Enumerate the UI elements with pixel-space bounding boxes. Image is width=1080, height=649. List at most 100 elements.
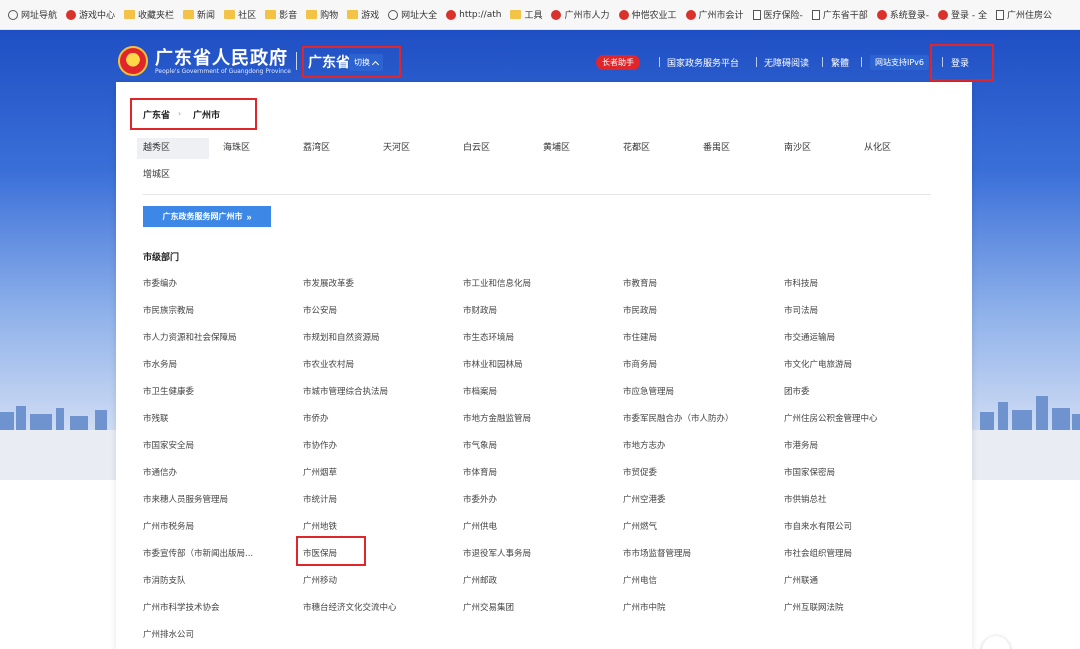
bookmark-item[interactable]: http://ath bbox=[446, 9, 501, 20]
department-link[interactable]: 广州市科学技术协会 bbox=[143, 601, 220, 613]
bookmark-item[interactable]: 系统登录- bbox=[876, 8, 929, 21]
district-item[interactable]: 越秀区 bbox=[137, 138, 209, 159]
department-link[interactable]: 市供销总社 bbox=[784, 493, 827, 505]
department-link[interactable]: 市科技局 bbox=[784, 277, 818, 289]
department-link[interactable]: 广州联通 bbox=[784, 574, 818, 586]
breadcrumb-province[interactable]: 广东省 bbox=[143, 108, 170, 121]
bookmark-item[interactable]: 社区 bbox=[224, 8, 256, 21]
department-link[interactable]: 团市委 bbox=[784, 385, 810, 397]
district-item[interactable]: 花都区 bbox=[623, 138, 650, 159]
department-link[interactable]: 市城市管理综合执法局 bbox=[303, 385, 388, 397]
department-link[interactable]: 广州燃气 bbox=[623, 520, 657, 532]
department-link[interactable]: 市地方金融监管局 bbox=[463, 412, 531, 424]
accessible-reading-link[interactable]: 无障碍阅读 bbox=[764, 56, 809, 69]
department-link[interactable]: 市贸促委 bbox=[623, 466, 657, 478]
national-platform-link[interactable]: 国家政务服务平台 bbox=[667, 56, 739, 69]
department-link[interactable]: 广州电信 bbox=[623, 574, 657, 586]
district-item[interactable]: 白云区 bbox=[463, 138, 490, 159]
site-title[interactable]: 广东省人民政府 bbox=[155, 44, 288, 70]
department-link[interactable]: 市文化广电旅游局 bbox=[784, 358, 852, 370]
department-link[interactable]: 市交通运输局 bbox=[784, 331, 835, 343]
department-link[interactable]: 市地方志办 bbox=[623, 439, 666, 451]
department-link[interactable]: 市档案局 bbox=[463, 385, 497, 397]
department-link[interactable]: 广州市税务局 bbox=[143, 520, 194, 532]
department-link[interactable]: 市统计局 bbox=[303, 493, 337, 505]
district-item[interactable]: 南沙区 bbox=[784, 138, 811, 159]
department-link[interactable]: 市商务局 bbox=[623, 358, 657, 370]
department-link[interactable]: 市卫生健康委 bbox=[143, 385, 194, 397]
bookmark-item[interactable]: 网址大全 bbox=[388, 8, 437, 21]
department-link[interactable]: 市通信办 bbox=[143, 466, 177, 478]
district-item[interactable]: 荔湾区 bbox=[303, 138, 330, 159]
login-link[interactable]: 登录 bbox=[951, 56, 969, 69]
department-link[interactable]: 市协作办 bbox=[303, 439, 337, 451]
department-link[interactable]: 市国家安全局 bbox=[143, 439, 194, 451]
bookmark-item[interactable]: 影音 bbox=[265, 8, 297, 21]
department-link[interactable]: 市委军民融合办（市人防办） bbox=[623, 412, 734, 424]
department-link[interactable]: 市发展改革委 bbox=[303, 277, 354, 289]
department-link[interactable]: 市林业和园林局 bbox=[463, 358, 523, 370]
department-link[interactable]: 市民族宗教局 bbox=[143, 304, 194, 316]
department-link[interactable]: 广州排水公司 bbox=[143, 628, 194, 640]
elder-assistant-button[interactable]: 长者助手 bbox=[596, 55, 640, 70]
department-link[interactable]: 广州地铁 bbox=[303, 520, 337, 532]
department-link[interactable]: 广州供电 bbox=[463, 520, 497, 532]
department-link[interactable]: 市生态环境局 bbox=[463, 331, 514, 343]
department-link[interactable]: 广州住房公积金管理中心 bbox=[784, 412, 878, 424]
national-emblem-icon[interactable] bbox=[118, 46, 148, 76]
department-link[interactable]: 市残联 bbox=[143, 412, 169, 424]
department-link[interactable]: 广州市中院 bbox=[623, 601, 666, 613]
department-link[interactable]: 市财政局 bbox=[463, 304, 497, 316]
department-link[interactable]: 市社会组织管理局 bbox=[784, 547, 852, 559]
department-link[interactable]: 市气象局 bbox=[463, 439, 497, 451]
department-link[interactable]: 市自来水有限公司 bbox=[784, 520, 852, 532]
district-item[interactable]: 从化区 bbox=[864, 138, 891, 159]
bookmark-item[interactable]: 收藏夹栏 bbox=[124, 8, 174, 21]
bookmark-item[interactable]: 登录 - 全 bbox=[938, 8, 987, 21]
district-item[interactable]: 天河区 bbox=[383, 138, 410, 159]
department-link[interactable]: 市工业和信息化局 bbox=[463, 277, 531, 289]
bookmark-item[interactable]: 网址导航 bbox=[8, 8, 57, 21]
traditional-chinese-link[interactable]: 繁體 bbox=[831, 56, 849, 69]
department-link[interactable]: 广州交易集团 bbox=[463, 601, 514, 613]
bookmark-item[interactable]: 工具 bbox=[510, 8, 542, 21]
department-link[interactable]: 市住建局 bbox=[623, 331, 657, 343]
department-link[interactable]: 市退役军人事务局 bbox=[463, 547, 531, 559]
bookmark-item[interactable]: 广东省干部 bbox=[811, 8, 868, 21]
department-link[interactable]: 广州邮政 bbox=[463, 574, 497, 586]
department-link[interactable]: 市国家保密局 bbox=[784, 466, 835, 478]
department-link[interactable]: 市体育局 bbox=[463, 466, 497, 478]
department-link[interactable]: 市应急管理局 bbox=[623, 385, 674, 397]
department-link[interactable]: 市委宣传部（市新闻出版局... bbox=[143, 547, 253, 559]
department-link[interactable]: 市消防支队 bbox=[143, 574, 186, 586]
bookmark-item[interactable]: 新闻 bbox=[183, 8, 215, 21]
bookmark-item[interactable]: 游戏中心 bbox=[66, 8, 115, 21]
department-link[interactable]: 市公安局 bbox=[303, 304, 337, 316]
department-link[interactable]: 市教育局 bbox=[623, 277, 657, 289]
district-item[interactable]: 黄埔区 bbox=[543, 138, 570, 159]
department-link[interactable]: 市港务局 bbox=[784, 439, 818, 451]
department-link[interactable]: 市规划和自然资源局 bbox=[303, 331, 380, 343]
guangzhou-portal-button[interactable]: 广东政务服务网广州市 » bbox=[143, 206, 271, 227]
bookmark-item[interactable]: 仲恺农业工 bbox=[618, 8, 677, 21]
department-link[interactable]: 市穗台经济文化交流中心 bbox=[303, 601, 397, 613]
department-link[interactable]: 市委编办 bbox=[143, 277, 177, 289]
department-link[interactable]: 市侨办 bbox=[303, 412, 329, 424]
district-item[interactable]: 番禺区 bbox=[703, 138, 730, 159]
department-link[interactable]: 广州空港委 bbox=[623, 493, 666, 505]
department-link[interactable]: 市市场监督管理局 bbox=[623, 547, 691, 559]
region-switch-button[interactable]: 切换 bbox=[349, 54, 383, 71]
bookmark-item[interactable]: 游戏 bbox=[347, 8, 379, 21]
department-link[interactable]: 市农业农村局 bbox=[303, 358, 354, 370]
district-item[interactable]: 海珠区 bbox=[223, 138, 250, 159]
department-link[interactable]: 市人力资源和社会保障局 bbox=[143, 331, 237, 343]
department-link[interactable]: 广州移动 bbox=[303, 574, 337, 586]
bookmark-item[interactable]: 广州住房公 bbox=[996, 8, 1052, 21]
department-link[interactable]: 市委外办 bbox=[463, 493, 497, 505]
department-link[interactable]: 广州烟草 bbox=[303, 466, 337, 478]
department-link[interactable]: 广州互联网法院 bbox=[784, 601, 844, 613]
bookmark-item[interactable]: 医疗保险- bbox=[752, 8, 803, 21]
bookmark-item[interactable]: 购物 bbox=[306, 8, 338, 21]
department-link[interactable]: 市司法局 bbox=[784, 304, 818, 316]
bookmark-item[interactable]: 广州市会计 bbox=[685, 8, 744, 21]
